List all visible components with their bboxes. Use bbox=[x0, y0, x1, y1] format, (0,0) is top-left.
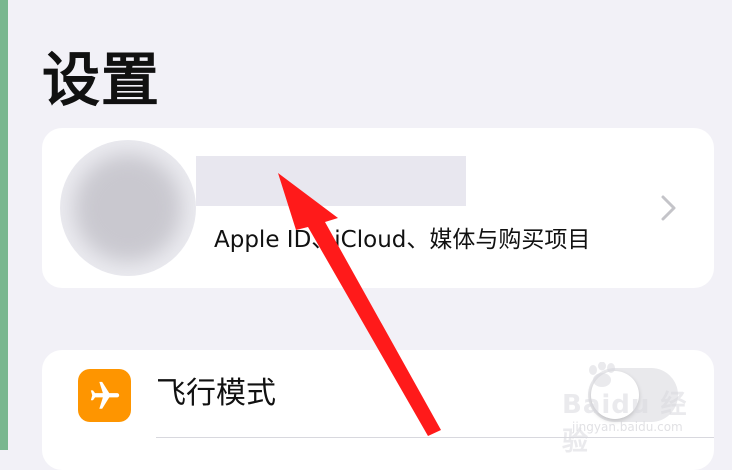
chevron-right-icon bbox=[661, 195, 676, 221]
avatar bbox=[60, 140, 196, 276]
airplane-mode-label: 飞行模式 bbox=[156, 376, 276, 411]
page-title: 设置 bbox=[42, 46, 161, 114]
apple-id-card[interactable]: Apple ID、iCloud、媒体与购买项目 bbox=[42, 128, 714, 288]
watermark-url: jingyan.baidu.com bbox=[572, 420, 683, 434]
avatar-blurred-image bbox=[74, 154, 182, 262]
account-name-redacted bbox=[196, 156, 466, 206]
left-edge-strip bbox=[0, 0, 8, 450]
baidu-watermark: Baidu 经验 jingyan.baidu.com bbox=[562, 362, 692, 457]
airplane-icon bbox=[78, 369, 131, 422]
apple-id-subtitle: Apple ID、iCloud、媒体与购买项目 bbox=[214, 227, 591, 253]
